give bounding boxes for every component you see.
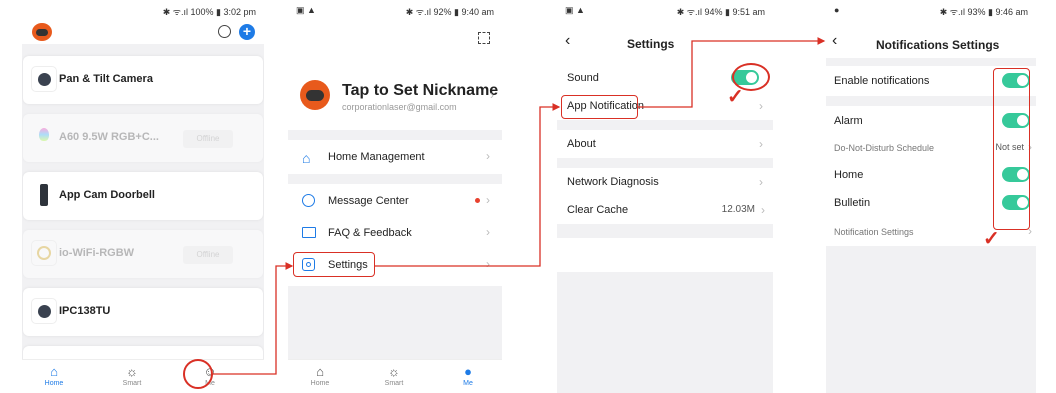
arrow-app-notification-to-notifications xyxy=(638,37,826,108)
tutorial-composite: ✱ ᯤ.ıl 100% ▮ 3:02 pm + Pan & Tilt Camer… xyxy=(0,0,1056,393)
annotation-arrows xyxy=(213,37,826,375)
arrow-settings-to-app-notification xyxy=(375,103,561,267)
arrow-me-to-settings xyxy=(213,262,294,375)
